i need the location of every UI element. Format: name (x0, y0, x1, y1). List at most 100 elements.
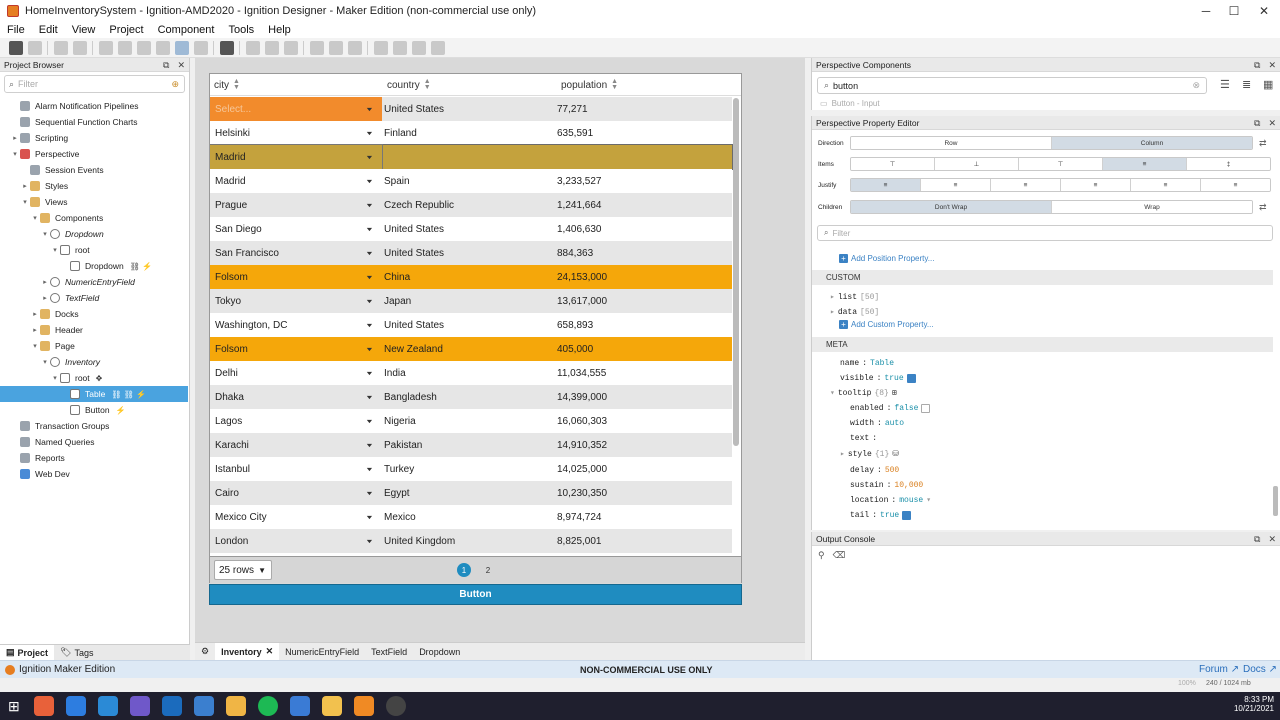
tree-item[interactable]: ▾ root (0, 242, 188, 258)
prop-value[interactable]: 500 (885, 466, 899, 475)
enabled-checkbox[interactable] (921, 403, 931, 413)
chat-icon[interactable] (289, 696, 310, 716)
chevron-down-icon[interactable]: ▼ (365, 486, 374, 500)
city-cell[interactable]: Karachi (215, 433, 380, 457)
population-cell[interactable]: 16,060,303 (557, 409, 607, 433)
clear-console-icon[interactable]: ⌫ (833, 550, 846, 561)
table-row[interactable]: Delhi ▼ India 11,034,555 (210, 361, 732, 385)
city-cell[interactable]: Folsom (215, 337, 380, 361)
close-panel-icon[interactable]: ✕ (1268, 60, 1276, 71)
doc-tab-inventory[interactable]: Inventory ✕ (215, 642, 280, 661)
table-row[interactable]: Mexico City ▼ Mexico 8,974,724 (210, 505, 732, 529)
close-window-button[interactable]: ✕ (1248, 0, 1280, 21)
population-cell[interactable]: 8,974,724 (557, 505, 602, 529)
menu-project[interactable]: Project (102, 24, 150, 36)
dont-wrap-option[interactable]: Don't Wrap (851, 201, 1052, 213)
country-cell[interactable]: Egypt (384, 481, 410, 505)
windows-start-icon[interactable]: ⊞ (8, 698, 20, 715)
country-cell[interactable]: Turkey (384, 457, 414, 481)
tooltip-delay-prop[interactable]: delay:500 (850, 463, 899, 477)
collapse-arrow-icon[interactable]: ▾ (830, 388, 835, 398)
chevron-down-icon[interactable]: ▼ (365, 246, 374, 260)
doc-tab-numericentryfield[interactable]: NumericEntryField (279, 647, 365, 657)
tab-project[interactable]: ▤ Project (0, 644, 55, 661)
country-cell[interactable]: India (384, 361, 406, 385)
table-row[interactable]: Karachi ▼ Pakistan 14,910,352 (210, 433, 732, 457)
property-scrollbar[interactable] (1273, 486, 1278, 516)
city-cell[interactable]: Select... (210, 97, 382, 121)
meta-section-header[interactable]: META (812, 337, 1273, 352)
justify-end-icon[interactable]: ≡ (991, 179, 1061, 191)
script-icon[interactable] (347, 40, 362, 55)
country-cell[interactable]: Finland (384, 121, 417, 145)
clock[interactable]: 8:33 PM 10/21/2021 (1228, 695, 1274, 713)
float-icon[interactable]: ⧉ (1254, 534, 1260, 545)
country-cell[interactable]: New Zealand (384, 337, 443, 361)
tree-item[interactable]: Web Dev (0, 466, 188, 482)
float-icon[interactable]: ⧉ (1254, 60, 1260, 71)
expand-arrow-icon[interactable]: ▸ (40, 294, 50, 302)
population-cell[interactable]: 24,153,000 (557, 265, 607, 289)
cut-icon[interactable] (98, 40, 113, 55)
firefox-icon[interactable] (33, 696, 54, 716)
population-cell[interactable]: 658,893 (557, 313, 593, 337)
expand-arrow-icon[interactable]: ▸ (830, 292, 835, 302)
add-prop-icon[interactable]: ⊞ (892, 388, 897, 398)
tooltip-sustain-prop[interactable]: sustain:10,000 (850, 478, 923, 492)
expand-arrow-icon[interactable]: ▸ (830, 307, 835, 317)
country-cell[interactable]: Nigeria (384, 409, 416, 433)
tree-item[interactable]: ▸ TextField (0, 290, 188, 306)
table-row[interactable]: Cairo ▼ Egypt 10,230,350 (210, 481, 732, 505)
save-icon[interactable] (8, 40, 23, 55)
tooltip-location-prop[interactable]: location: mouse ▾ (850, 493, 931, 507)
tree-item[interactable]: ▾ Page (0, 338, 188, 354)
population-cell[interactable]: 1,406,630 (557, 217, 602, 241)
expand-arrow-icon[interactable]: ▾ (50, 246, 60, 254)
table-row[interactable]: Madrid ▼ Spain 3,233,527 (210, 169, 732, 193)
close-panel-icon[interactable]: ✕ (1268, 118, 1276, 129)
tree-item[interactable]: ▾ Views (0, 194, 188, 210)
network-icon[interactable] (161, 696, 182, 716)
obs-icon[interactable] (385, 696, 406, 716)
city-cell[interactable]: San Francisco (215, 241, 380, 265)
swap-icon[interactable]: ⇄ (1259, 202, 1267, 213)
city-cell[interactable]: Madrid (215, 169, 380, 193)
population-cell[interactable]: 405,000 (557, 337, 593, 361)
binding-icon[interactable] (328, 40, 343, 55)
ignition-designer-icon[interactable] (353, 696, 374, 716)
chevron-down-icon[interactable]: ▼ (365, 342, 374, 356)
visible-checkbox[interactable] (906, 373, 916, 383)
table-row[interactable]: Folsom ▼ China 24,153,000 (210, 265, 732, 289)
column-header-country[interactable]: country ▲ ▼ (387, 74, 431, 96)
align-baseline-icon[interactable]: ‡ (1187, 158, 1270, 170)
chevron-down-icon[interactable]: ▼ (365, 390, 374, 404)
prop-value[interactable]: mouse (899, 496, 923, 505)
tree-item[interactable]: ▾ Inventory (0, 354, 188, 370)
population-cell[interactable]: 11,034,555 (557, 361, 606, 385)
chevron-down-icon[interactable]: ▼ (365, 534, 374, 548)
spotify-icon[interactable] (257, 696, 278, 716)
country-cell[interactable]: United States (384, 217, 444, 241)
table-row[interactable]: London ▼ United Kingdom 8,825,001 (210, 529, 732, 553)
chevron-down-icon[interactable]: ▼ (365, 102, 374, 116)
city-cell[interactable]: Istanbul (215, 457, 380, 481)
expand-arrow-icon[interactable]: ▸ (10, 134, 20, 142)
teams-icon[interactable] (129, 696, 150, 716)
locate-icon[interactable]: ⊕ (171, 79, 179, 90)
component-search-input[interactable]: ⌕ button ⊗ (817, 77, 1207, 94)
chevron-down-icon[interactable]: ▼ (365, 438, 374, 452)
city-cell[interactable]: Tokyo (215, 289, 380, 313)
table-scrollbar[interactable] (733, 98, 739, 446)
city-cell[interactable]: Dhaka (215, 385, 380, 409)
detail-view-icon[interactable]: ≣ (1242, 78, 1251, 91)
city-cell[interactable]: Mexico City (215, 505, 380, 529)
expand-arrow-icon[interactable]: ▾ (10, 150, 20, 158)
expand-arrow-icon[interactable]: ▸ (840, 449, 845, 459)
menu-file[interactable]: File (0, 24, 32, 36)
table-row[interactable]: Prague ▼ Czech Republic 1,241,664 (210, 193, 732, 217)
grid-view-icon[interactable]: ▦ (1263, 78, 1273, 91)
population-cell[interactable]: 13,617,000 (557, 289, 607, 313)
sort-icon[interactable]: ▲ ▼ (233, 78, 240, 91)
expand-arrow-icon[interactable]: ▾ (20, 198, 30, 206)
ungroup-icon[interactable] (392, 40, 407, 55)
